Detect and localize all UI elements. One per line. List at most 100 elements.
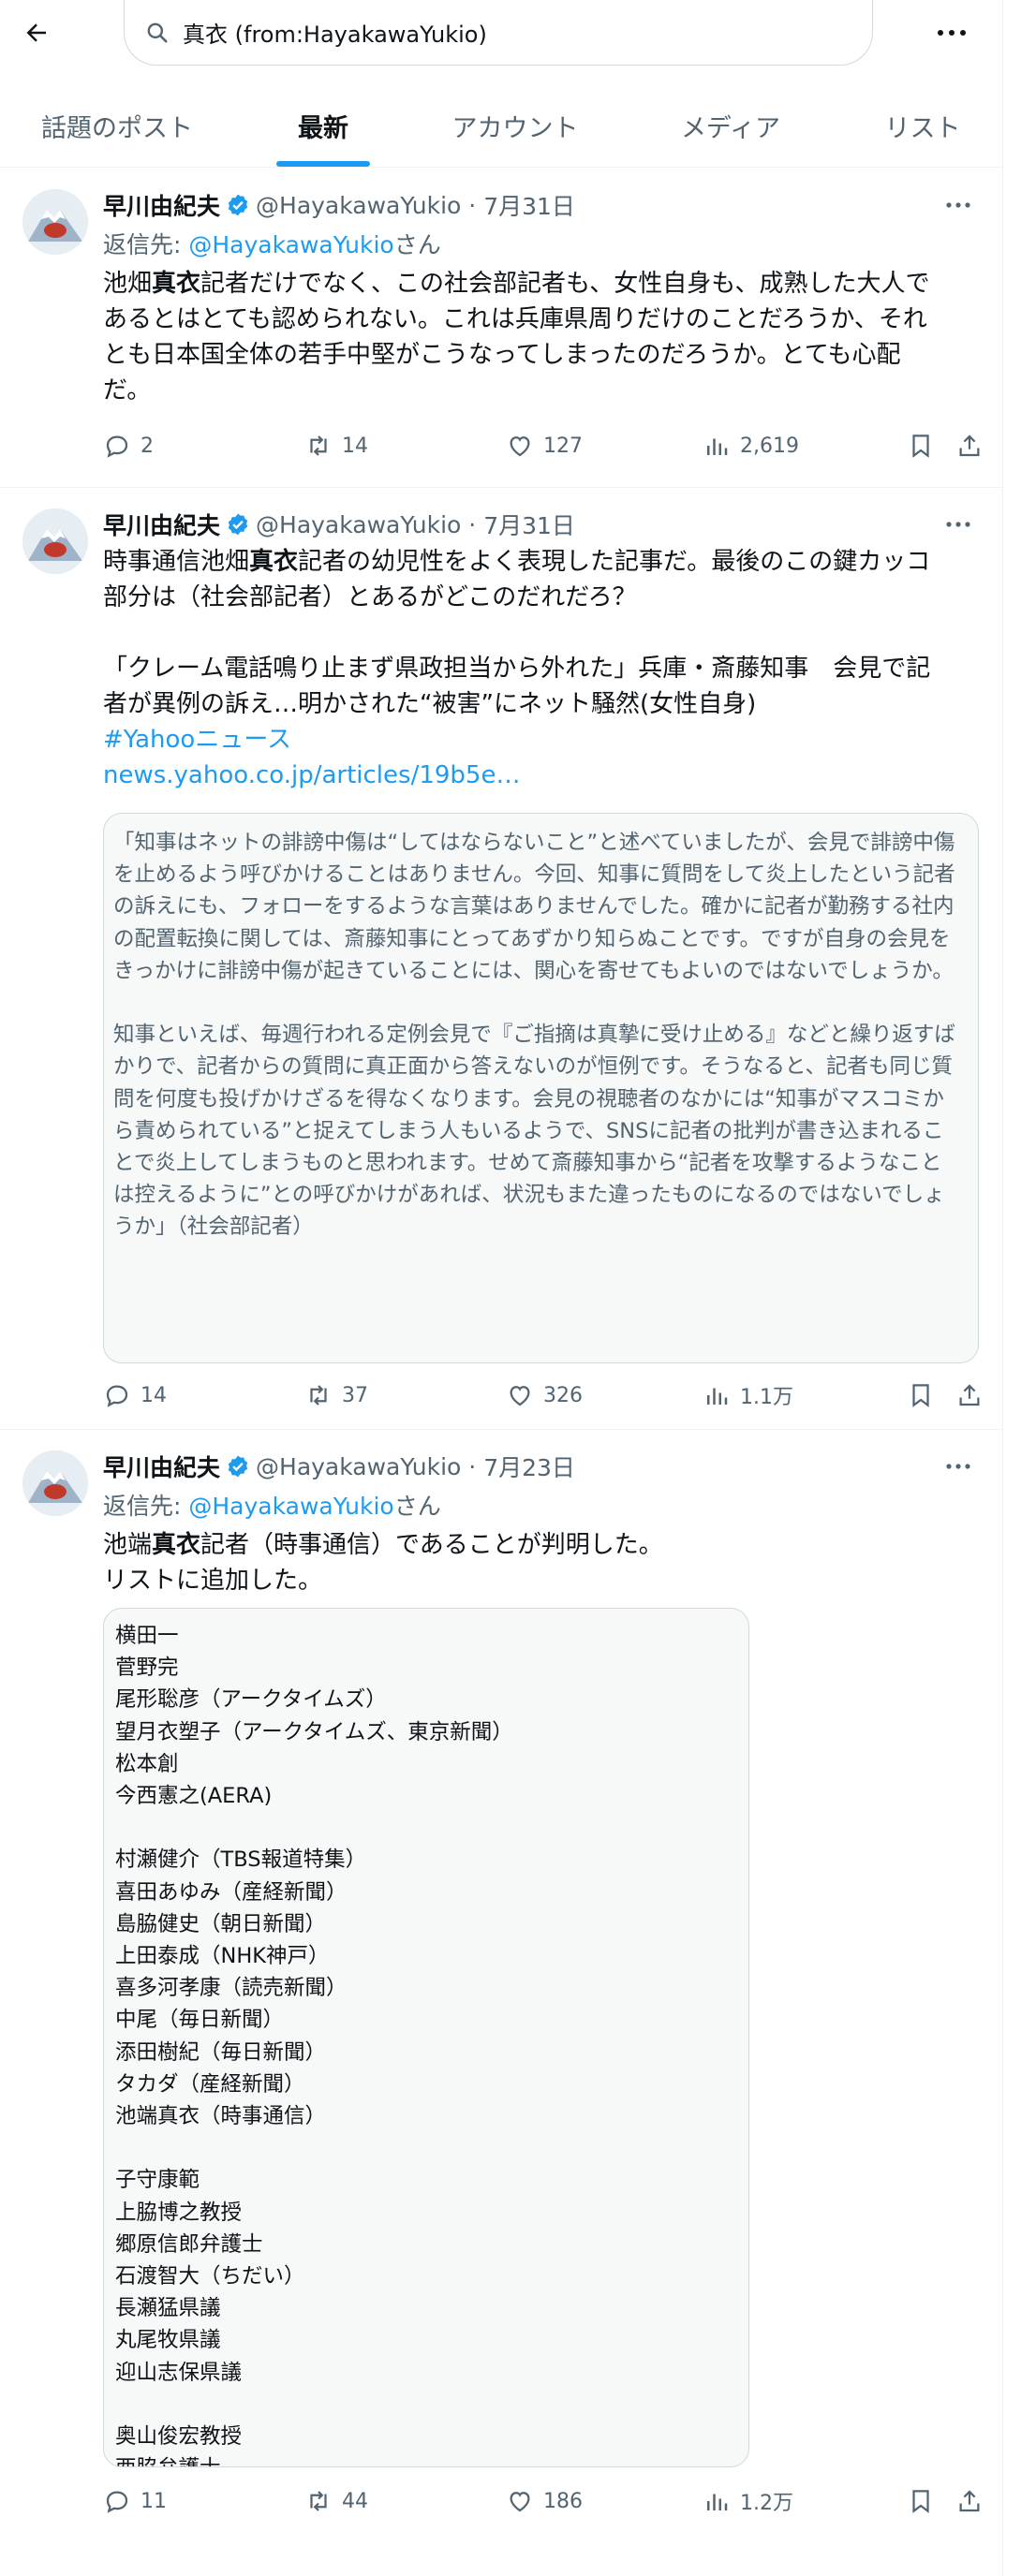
verified-icon bbox=[226, 512, 250, 537]
text-part: 池畑 bbox=[103, 270, 153, 298]
reply-icon bbox=[106, 435, 128, 458]
tweet-date[interactable]: 7月31日 bbox=[483, 188, 575, 222]
text-part: 記者だけでなく、この社会部記者も、女性自身も、成熟した大人で あるとはとても認め… bbox=[103, 270, 930, 405]
like-button[interactable]: 186 bbox=[506, 2482, 583, 2520]
tab-top[interactable]: 話題のポスト bbox=[0, 84, 234, 167]
author-name[interactable]: 早川由紀夫 bbox=[103, 508, 220, 541]
share-button[interactable] bbox=[955, 427, 993, 464]
like-button[interactable]: 127 bbox=[506, 427, 583, 464]
list-image[interactable]: 横田一 菅野完 尾形聡彦（アークタイムズ） 望月衣塑子（アークタイムズ、東京新聞… bbox=[103, 1608, 749, 2467]
views-button[interactable]: 1.1万 bbox=[703, 1376, 793, 1414]
retweet-icon bbox=[310, 2491, 327, 2511]
bookmark-icon bbox=[912, 1384, 929, 1407]
like-icon bbox=[510, 436, 530, 457]
tab-latest[interactable]: 最新 bbox=[234, 84, 412, 167]
retweet-button[interactable]: 37 bbox=[304, 1376, 368, 1414]
journalist-list-text: 横田一 菅野完 尾形聡彦（アークタイムズ） 望月衣塑子（アークタイムズ、東京新聞… bbox=[115, 1624, 513, 2466]
tab-lists[interactable]: リスト bbox=[843, 84, 1002, 167]
reply-prefix: 返信先: bbox=[103, 231, 189, 258]
text-part: 池端 bbox=[103, 1531, 153, 1559]
tweet-actions: 11 44 186 1.2万 bbox=[103, 2482, 984, 2520]
tweet[interactable]: 早川由紀夫 @HayakawaYukio · 7月31日 時事通信池畑真衣記者の… bbox=[0, 488, 1002, 1430]
highlighted-keyword: 真衣 bbox=[249, 548, 299, 576]
dot-separator: · bbox=[461, 1452, 484, 1480]
like-icon bbox=[510, 1386, 530, 1406]
avatar[interactable] bbox=[22, 1450, 88, 1516]
more-icon bbox=[938, 30, 966, 36]
like-count: 186 bbox=[543, 2489, 583, 2513]
views-button[interactable]: 1.2万 bbox=[703, 2482, 793, 2520]
reply-to-link[interactable]: @HayakawaYukio bbox=[188, 1493, 393, 1520]
more-icon bbox=[946, 1464, 970, 1469]
article-link[interactable]: news.yahoo.co.jp/articles/19b5e… bbox=[103, 758, 979, 793]
back-button[interactable] bbox=[19, 15, 54, 51]
tweet-header: 早川由紀夫 @HayakawaYukio · 7月23日 bbox=[103, 1449, 575, 1484]
reply-count: 11 bbox=[141, 2489, 167, 2513]
reply-context: 返信先: @HayakawaYukioさん bbox=[103, 1488, 441, 1522]
hashtag-link[interactable]: #Yahooニュース bbox=[103, 722, 979, 758]
active-tab-indicator bbox=[276, 161, 370, 167]
share-icon bbox=[959, 1384, 980, 1406]
tweet-more-button[interactable] bbox=[937, 1452, 980, 1480]
tweet-text: 池畑真衣記者だけでなく、この社会部記者も、女性自身も、成熟した大人で あるとはと… bbox=[103, 266, 979, 408]
author-name[interactable]: 早川由紀夫 bbox=[103, 1450, 220, 1483]
tweet-date[interactable]: 7月31日 bbox=[483, 508, 575, 541]
author-handle[interactable]: @HayakawaYukio bbox=[256, 192, 461, 219]
timeline-column: 話題のポスト 最新 アカウント メディア リスト 早川由紀夫 @Hayakawa… bbox=[0, 0, 1003, 2576]
avatar[interactable] bbox=[22, 508, 88, 574]
top-bar bbox=[0, 0, 1002, 66]
quoted-article-text[interactable]: 「知事はネットの誹謗中傷は“してはならないこと”と述べていましたが、会見で誹謗中… bbox=[103, 813, 979, 1363]
views-icon bbox=[707, 438, 728, 455]
author-handle[interactable]: @HayakawaYukio bbox=[256, 1453, 461, 1480]
reply-count: 14 bbox=[141, 1383, 167, 1407]
tweet-header: 早川由紀夫 @HayakawaYukio · 7月31日 bbox=[103, 187, 575, 223]
retweet-button[interactable]: 14 bbox=[304, 427, 368, 464]
tab-label: 最新 bbox=[298, 113, 348, 143]
search-tabs: 話題のポスト 最新 アカウント メディア リスト bbox=[0, 84, 1002, 168]
reply-to-link[interactable]: @HayakawaYukio bbox=[188, 231, 393, 258]
tweet-more-button[interactable] bbox=[937, 510, 980, 538]
avatar[interactable] bbox=[22, 189, 88, 255]
verified-icon bbox=[226, 193, 250, 217]
tweet-actions: 2 14 127 2,619 bbox=[103, 427, 984, 464]
share-button[interactable] bbox=[955, 2482, 993, 2520]
retweet-count: 37 bbox=[342, 1383, 368, 1407]
tweet-date[interactable]: 7月23日 bbox=[483, 1450, 575, 1483]
retweet-button[interactable]: 44 bbox=[304, 2482, 368, 2520]
author-handle[interactable]: @HayakawaYukio bbox=[256, 511, 461, 538]
tweet[interactable]: 早川由紀夫 @HayakawaYukio · 7月31日 返信先: @Hayak… bbox=[0, 169, 1002, 488]
reply-button[interactable]: 14 bbox=[103, 1376, 167, 1414]
share-icon bbox=[959, 2490, 980, 2512]
reply-icon bbox=[106, 2491, 128, 2513]
highlighted-keyword: 真衣 bbox=[152, 270, 201, 298]
search-input[interactable] bbox=[181, 18, 840, 47]
reply-button[interactable]: 2 bbox=[103, 427, 154, 464]
reply-count: 2 bbox=[141, 434, 154, 458]
bookmark-icon bbox=[912, 2490, 929, 2513]
retweet-icon bbox=[310, 1385, 327, 1406]
share-icon bbox=[959, 434, 980, 457]
tweet-text: 時事通信池畑真衣記者の幼児性をよく表現した記事だ。最後のこの鍵カッコ 部分は（社… bbox=[103, 544, 979, 722]
tab-accounts[interactable]: アカウント bbox=[412, 84, 618, 167]
dot-separator: · bbox=[461, 510, 484, 538]
like-count: 326 bbox=[543, 1383, 583, 1407]
tab-media[interactable]: メディア bbox=[618, 84, 843, 167]
tweet-more-button[interactable] bbox=[937, 191, 980, 219]
reply-button[interactable]: 11 bbox=[103, 2482, 167, 2520]
bookmark-button[interactable] bbox=[907, 2482, 944, 2520]
like-button[interactable]: 326 bbox=[506, 1376, 583, 1414]
search-box[interactable] bbox=[124, 0, 873, 66]
tweet[interactable]: 早川由紀夫 @HayakawaYukio · 7月23日 返信先: @Hayak… bbox=[0, 1430, 1002, 2576]
search-icon bbox=[145, 20, 171, 46]
mountain-avatar-icon bbox=[22, 1450, 88, 1516]
author-name[interactable]: 早川由紀夫 bbox=[103, 188, 220, 222]
more-options-button[interactable] bbox=[929, 17, 974, 49]
bookmark-button[interactable] bbox=[907, 1376, 944, 1414]
back-arrow-icon bbox=[26, 23, 46, 42]
bookmark-button[interactable] bbox=[907, 427, 944, 464]
mountain-avatar-icon bbox=[22, 189, 88, 255]
dot-separator: · bbox=[461, 191, 484, 219]
share-button[interactable] bbox=[955, 1376, 993, 1414]
views-button[interactable]: 2,619 bbox=[703, 427, 799, 464]
tab-label: リスト bbox=[884, 113, 961, 143]
